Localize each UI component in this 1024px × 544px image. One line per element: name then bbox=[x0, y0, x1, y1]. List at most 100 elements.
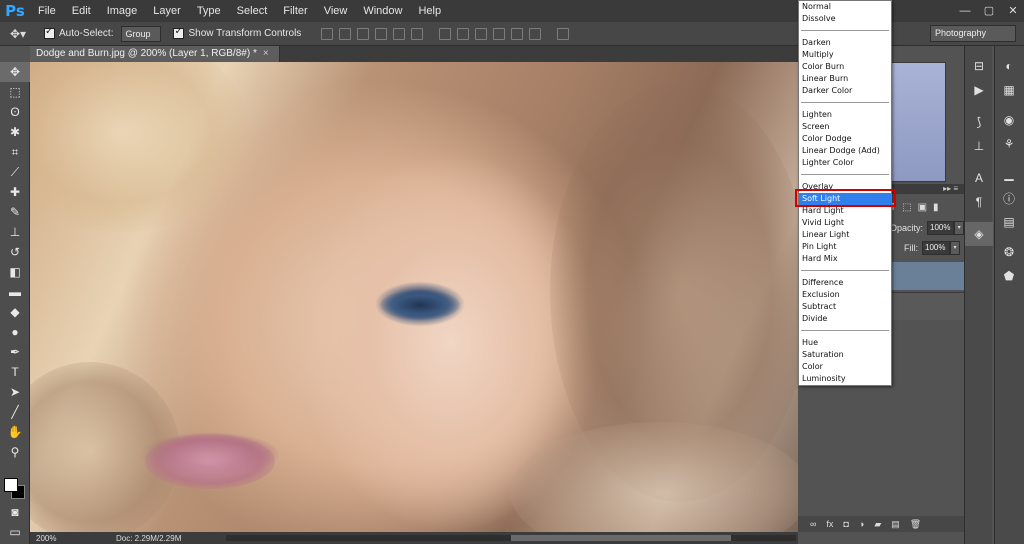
color-icon[interactable]: ◐ bbox=[995, 54, 1023, 78]
info-icon[interactable]: ⓘ bbox=[995, 186, 1023, 210]
document-tab[interactable]: Dodge and Burn.jpg @ 200% (Layer 1, RGB/… bbox=[30, 46, 280, 62]
tab-close-icon[interactable]: × bbox=[263, 48, 269, 59]
distribute-hcenter-icon[interactable] bbox=[511, 27, 524, 40]
blend-mode-hue[interactable]: Hue bbox=[799, 337, 891, 349]
menu-select[interactable]: Select bbox=[229, 0, 276, 22]
channels-icon[interactable]: ❂ bbox=[995, 240, 1023, 264]
align-bottom-icon[interactable] bbox=[357, 27, 370, 40]
blend-mode-multiply[interactable]: Multiply bbox=[799, 49, 891, 61]
paragraph-icon[interactable]: ¶ bbox=[965, 190, 993, 214]
type-icon[interactable]: T bbox=[0, 362, 30, 382]
align-hcenter-icon[interactable] bbox=[393, 27, 406, 40]
fill-input[interactable]: 100% bbox=[922, 241, 950, 255]
link-layers-icon[interactable]: ∞ bbox=[810, 519, 816, 529]
brush-preset-icon[interactable]: ⟆ bbox=[965, 110, 993, 134]
adjustments-icon[interactable]: ◉ bbox=[995, 108, 1023, 132]
path-select-icon[interactable]: ➤ bbox=[0, 382, 30, 402]
layer-mask-icon[interactable]: ◘ bbox=[843, 519, 848, 529]
menu-filter[interactable]: Filter bbox=[275, 0, 315, 22]
move-tool-preset-icon[interactable]: ✥▾ bbox=[0, 22, 36, 46]
swatches-icon[interactable]: ▦ bbox=[995, 78, 1023, 102]
blend-mode-normal[interactable]: Normal bbox=[799, 1, 891, 13]
menu-type[interactable]: Type bbox=[189, 0, 229, 22]
new-group-icon[interactable]: ▰ bbox=[874, 519, 881, 530]
blend-mode-color-burn[interactable]: Color Burn bbox=[799, 61, 891, 73]
auto-select-dropdown[interactable]: Group bbox=[121, 25, 162, 42]
blend-mode-linear-light[interactable]: Linear Light bbox=[799, 229, 891, 241]
blend-mode-screen[interactable]: Screen bbox=[799, 121, 891, 133]
new-layer-icon[interactable]: ▤ bbox=[891, 519, 900, 530]
hand-icon[interactable]: ✋ bbox=[0, 422, 30, 442]
distribute-right-icon[interactable] bbox=[529, 27, 542, 40]
clone-stamp-icon[interactable]: ⊥ bbox=[0, 222, 30, 242]
move-icon[interactable]: ✥ bbox=[0, 62, 30, 82]
align-right-icon[interactable] bbox=[411, 27, 424, 40]
play-icon[interactable]: ▶ bbox=[965, 78, 993, 102]
auto-select-checkbox[interactable] bbox=[44, 26, 55, 39]
eraser-icon[interactable]: ◧ bbox=[0, 262, 30, 282]
close-icon[interactable]: ✕ bbox=[1006, 4, 1020, 18]
histogram-icon[interactable]: ▁ bbox=[995, 162, 1023, 186]
layer-style-icon[interactable]: fx bbox=[826, 519, 833, 529]
menu-file[interactable]: File bbox=[30, 0, 64, 22]
brush-icon[interactable]: ✎ bbox=[0, 202, 30, 222]
minimize-icon[interactable]: — bbox=[958, 4, 972, 18]
blend-mode-lighten[interactable]: Lighten bbox=[799, 109, 891, 121]
menu-layer[interactable]: Layer bbox=[145, 0, 189, 22]
pen-icon[interactable]: ✒ bbox=[0, 342, 30, 362]
blend-mode-dissolve[interactable]: Dissolve bbox=[799, 13, 891, 25]
maximize-icon[interactable]: ▢ bbox=[982, 4, 996, 18]
blend-mode-darker-color[interactable]: Darker Color bbox=[799, 85, 891, 97]
shape-filter-icon[interactable]: ⬚ bbox=[902, 202, 911, 213]
clone-source-icon[interactable]: ⊥ bbox=[965, 134, 993, 158]
character-icon[interactable]: A bbox=[965, 166, 993, 190]
blend-mode-color[interactable]: Color bbox=[799, 361, 891, 373]
adjustment-layer-icon[interactable]: ◑ bbox=[859, 519, 864, 529]
styles-icon[interactable]: ⚘ bbox=[995, 132, 1023, 156]
fill-dropdown-icon[interactable]: ▾ bbox=[950, 241, 960, 255]
blend-mode-hard-mix[interactable]: Hard Mix bbox=[799, 253, 891, 265]
menu-view[interactable]: View bbox=[316, 0, 356, 22]
opacity-dropdown-icon[interactable]: ▾ bbox=[954, 221, 964, 235]
blend-mode-exclusion[interactable]: Exclusion bbox=[799, 289, 891, 301]
screen-mode-icon[interactable]: ▭ bbox=[0, 522, 30, 542]
notes-icon[interactable]: ▤ bbox=[995, 210, 1023, 234]
blend-mode-subtract[interactable]: Subtract bbox=[799, 301, 891, 313]
gradient-icon[interactable]: ▬ bbox=[0, 282, 30, 302]
blend-mode-divide[interactable]: Divide bbox=[799, 313, 891, 325]
filter-toggle-icon[interactable]: ▮ bbox=[933, 202, 939, 213]
blend-mode-vivid-light[interactable]: Vivid Light bbox=[799, 217, 891, 229]
healing-brush-icon[interactable]: ✚ bbox=[0, 182, 30, 202]
blur-icon[interactable]: ◆ bbox=[0, 302, 30, 322]
crop-icon[interactable]: ⌗ bbox=[0, 142, 30, 162]
blend-mode-color-dodge[interactable]: Color Dodge bbox=[799, 133, 891, 145]
blend-mode-difference[interactable]: Difference bbox=[799, 277, 891, 289]
blend-mode-darken[interactable]: Darken bbox=[799, 37, 891, 49]
menu-help[interactable]: Help bbox=[410, 0, 449, 22]
eyedropper-icon[interactable]: ⟋ bbox=[0, 162, 30, 182]
distribute-bottom-icon[interactable] bbox=[475, 27, 488, 40]
lasso-icon[interactable]: ʘ bbox=[0, 102, 30, 122]
blend-mode-linear-burn[interactable]: Linear Burn bbox=[799, 73, 891, 85]
layers-icon[interactable]: ◈ bbox=[965, 222, 993, 246]
workspace-dropdown[interactable]: Photography bbox=[930, 25, 1016, 42]
blend-mode-pin-light[interactable]: Pin Light bbox=[799, 241, 891, 253]
opacity-input[interactable]: 100% bbox=[927, 221, 955, 235]
zoom-icon[interactable]: ⚲ bbox=[0, 442, 30, 462]
align-vcenter-icon[interactable] bbox=[339, 27, 352, 40]
blend-mode-linear-dodge-add[interactable]: Linear Dodge (Add) bbox=[799, 145, 891, 157]
delete-layer-icon[interactable]: 🗑 bbox=[910, 519, 921, 530]
navigator-icon[interactable]: ⊟ bbox=[965, 54, 993, 78]
zoom-level-field[interactable]: 200% bbox=[30, 534, 60, 543]
horizontal-scrollbar[interactable] bbox=[226, 535, 796, 541]
quick-mask-icon[interactable]: ◙ bbox=[0, 502, 30, 522]
blend-mode-luminosity[interactable]: Luminosity bbox=[799, 373, 891, 385]
align-top-icon[interactable] bbox=[321, 27, 334, 40]
distribute-top-icon[interactable] bbox=[439, 27, 452, 40]
distribute-left-icon[interactable] bbox=[493, 27, 506, 40]
shape-icon[interactable]: ╱ bbox=[0, 402, 30, 422]
blend-mode-saturation[interactable]: Saturation bbox=[799, 349, 891, 361]
color-swatches[interactable] bbox=[4, 478, 26, 500]
menu-image[interactable]: Image bbox=[99, 0, 146, 22]
history-brush-icon[interactable]: ↺ bbox=[0, 242, 30, 262]
